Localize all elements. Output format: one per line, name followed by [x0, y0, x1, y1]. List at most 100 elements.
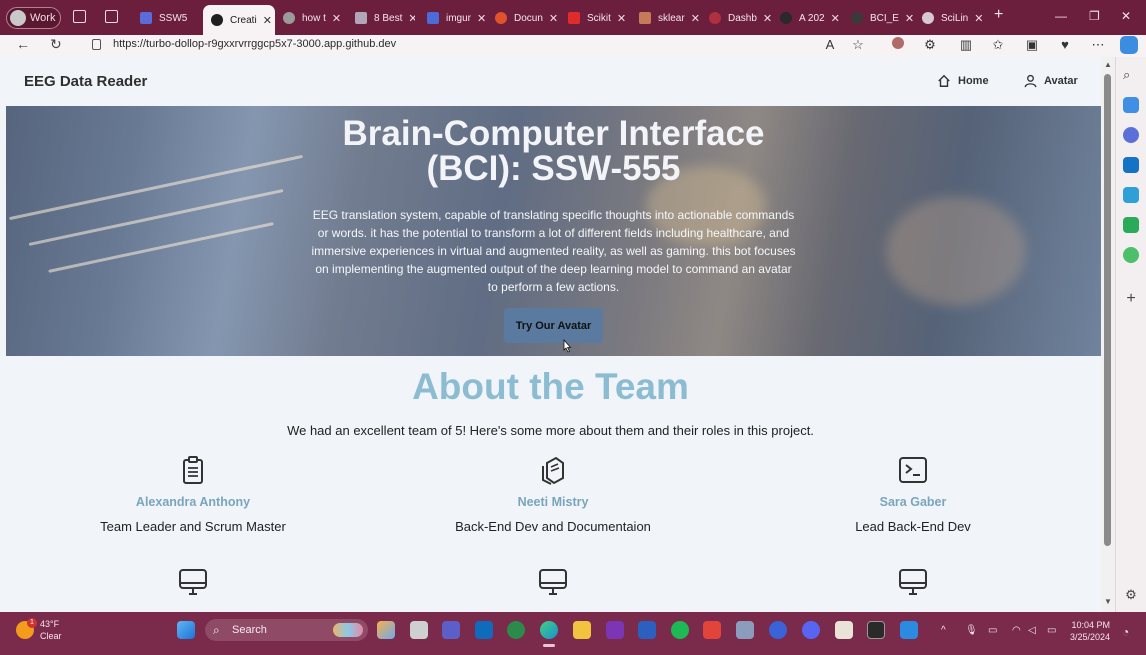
nav-avatar-link[interactable]: Avatar — [1024, 74, 1078, 88]
word-app-icon[interactable] — [638, 621, 656, 639]
extensions-puzzle-icon[interactable]: ⚙ — [922, 37, 938, 53]
site-brand[interactable]: EEG Data Reader — [24, 73, 147, 90]
file-explorer-icon[interactable] — [573, 621, 591, 639]
read-aloud-icon[interactable]: A — [822, 37, 838, 53]
split-screen-icon[interactable]: ▥ — [958, 37, 974, 53]
task-view-icon[interactable] — [410, 621, 428, 639]
sidebar-app-icon[interactable] — [1123, 247, 1139, 263]
close-window-icon[interactable]: ✕ — [1121, 9, 1131, 23]
nav-avatar-label: Avatar — [1044, 75, 1078, 87]
browser-essentials-icon[interactable]: ♥ — [1057, 37, 1073, 53]
tab-close-icon[interactable]: ✕ — [549, 12, 557, 25]
outlook-app-icon[interactable] — [475, 621, 493, 639]
profile-button[interactable]: Work — [6, 7, 61, 29]
power-icon[interactable]: ▭ — [1047, 625, 1056, 636]
vscode-app-icon[interactable] — [900, 621, 918, 639]
sidebar-outlook-icon[interactable] — [1123, 157, 1139, 173]
more-options-icon[interactable]: ⋯ — [1090, 37, 1106, 53]
scrollbar-thumb[interactable] — [1104, 74, 1111, 546]
todoist-app-icon[interactable] — [703, 621, 721, 639]
sidebar-add-icon[interactable]: + — [1123, 291, 1139, 307]
sidebar-send-icon[interactable] — [1123, 187, 1139, 203]
weather-condition: Clear — [40, 631, 62, 641]
tab-a-2024[interactable]: A 202 ✕ — [780, 6, 842, 30]
tab-scilin[interactable]: SciLin ✕ — [922, 6, 984, 30]
battery-icon[interactable]: ▭ — [988, 625, 997, 636]
wifi-icon[interactable]: ◠ — [1012, 625, 1021, 636]
tab-close-icon[interactable]: ✕ — [691, 12, 700, 25]
try-avatar-button[interactable]: Try Our Avatar — [504, 308, 603, 343]
sidebar-search-icon[interactable]: ⌕ — [1123, 67, 1139, 83]
tab-close-icon[interactable]: ✕ — [477, 12, 486, 25]
tab-close-icon[interactable]: ✕ — [263, 14, 272, 27]
tab-imgur[interactable]: imgur ✕ — [427, 6, 487, 30]
notifications-icon[interactable]: ◔ — [1122, 625, 1129, 639]
favorite-star-icon[interactable]: ☆ — [850, 37, 866, 53]
refresh-icon[interactable]: ↻ — [50, 36, 62, 53]
copilot-app-icon[interactable] — [377, 621, 395, 639]
tab-close-icon[interactable]: ✕ — [831, 12, 840, 25]
onenote-app-icon[interactable] — [606, 621, 624, 639]
profile-label: Work — [30, 12, 56, 24]
monitor-icon — [539, 569, 567, 595]
sidebar-games-icon[interactable] — [1123, 127, 1139, 143]
tab-close-icon[interactable]: ✕ — [332, 12, 341, 25]
microphone-icon[interactable]: 🎙 — [965, 625, 978, 636]
scroll-up-icon[interactable]: ▲ — [1104, 60, 1112, 69]
volume-icon[interactable]: ◁ — [1028, 625, 1036, 636]
nav-home-label: Home — [958, 75, 989, 87]
restore-icon[interactable]: ❐ — [1089, 9, 1100, 23]
collections-icon[interactable]: ▣ — [1024, 37, 1040, 53]
tab-close-icon[interactable]: ✕ — [408, 12, 415, 25]
tab-bci[interactable]: BCI_E ✕ — [851, 6, 913, 30]
sidebar-shopping-icon[interactable] — [1123, 97, 1139, 113]
nav-home-link[interactable]: Home — [937, 74, 989, 88]
connect-app-icon[interactable] — [769, 621, 787, 639]
copilot-icon[interactable] — [1120, 36, 1138, 54]
hero-title: Brain-Computer Interface (BCI): SSW-555 — [342, 114, 765, 188]
extension-icon[interactable] — [890, 37, 906, 53]
tab-dashboard[interactable]: Dashb ✕ — [709, 6, 771, 30]
tab-sklearn[interactable]: sklear ✕ — [639, 6, 701, 30]
notepad-app-icon[interactable] — [835, 621, 853, 639]
tab-documentation[interactable]: Docun ✕ — [495, 6, 557, 30]
taskbar-clock[interactable]: 10:04 PM 3/25/2024 — [1070, 619, 1110, 643]
minimize-icon[interactable]: — — [1055, 9, 1067, 23]
weather-widget[interactable]: 1 43°F Clear — [16, 618, 62, 642]
team-member-card: Alexandra Anthony Team Leader and Scrum … — [13, 455, 373, 534]
edge-browser-app-icon[interactable] — [540, 621, 558, 639]
about-title: About the Team — [412, 366, 689, 407]
workspaces-icon[interactable] — [73, 10, 86, 23]
site-info-icon[interactable] — [92, 39, 101, 50]
tab-actions-icon[interactable] — [105, 10, 118, 23]
tray-overflow-icon[interactable]: ^ — [941, 625, 946, 636]
back-icon[interactable]: ← — [16, 36, 30, 52]
tab-close-icon[interactable]: ✕ — [763, 12, 771, 25]
tab-favicon-icon — [639, 12, 651, 24]
tab-close-icon[interactable]: ✕ — [974, 12, 983, 25]
tab-ssw5[interactable]: SSW5 — [140, 6, 200, 30]
clock-time: 10:04 PM — [1071, 620, 1111, 630]
taskbar-search[interactable]: ⌕ Search — [205, 619, 368, 641]
edge-sidebar: ⌕ + ⚙ — [1115, 57, 1146, 612]
tab-how-to[interactable]: how t ✕ — [283, 6, 343, 30]
tab-8-best[interactable]: 8 Best ✕ — [355, 6, 415, 30]
tab-creating-active[interactable]: Creati ✕ — [203, 5, 275, 35]
terminal-app-icon[interactable] — [867, 621, 885, 639]
scroll-down-icon[interactable]: ▼ — [1104, 597, 1112, 606]
edge-dev-app-icon[interactable] — [507, 621, 525, 639]
sidebar-settings-icon[interactable]: ⚙ — [1123, 587, 1139, 603]
favorites-icon[interactable]: ✩ — [990, 37, 1006, 53]
discord-app-icon[interactable] — [802, 621, 820, 639]
new-tab-icon[interactable]: + — [994, 6, 1003, 24]
calculator-app-icon[interactable] — [736, 621, 754, 639]
tab-close-icon[interactable]: ✕ — [905, 12, 913, 25]
url-text[interactable]: https://turbo-dollop-r9gxxrvrrggcp5x7-30… — [113, 38, 396, 50]
tab-close-icon[interactable]: ✕ — [617, 12, 626, 25]
sidebar-drive-icon[interactable] — [1123, 217, 1139, 233]
tab-scikit[interactable]: Scikit ✕ — [568, 6, 630, 30]
teams-app-icon[interactable] — [442, 621, 460, 639]
start-windows-icon[interactable] — [177, 621, 195, 639]
spotify-app-icon[interactable] — [671, 621, 689, 639]
tab-favicon-icon — [140, 12, 152, 24]
